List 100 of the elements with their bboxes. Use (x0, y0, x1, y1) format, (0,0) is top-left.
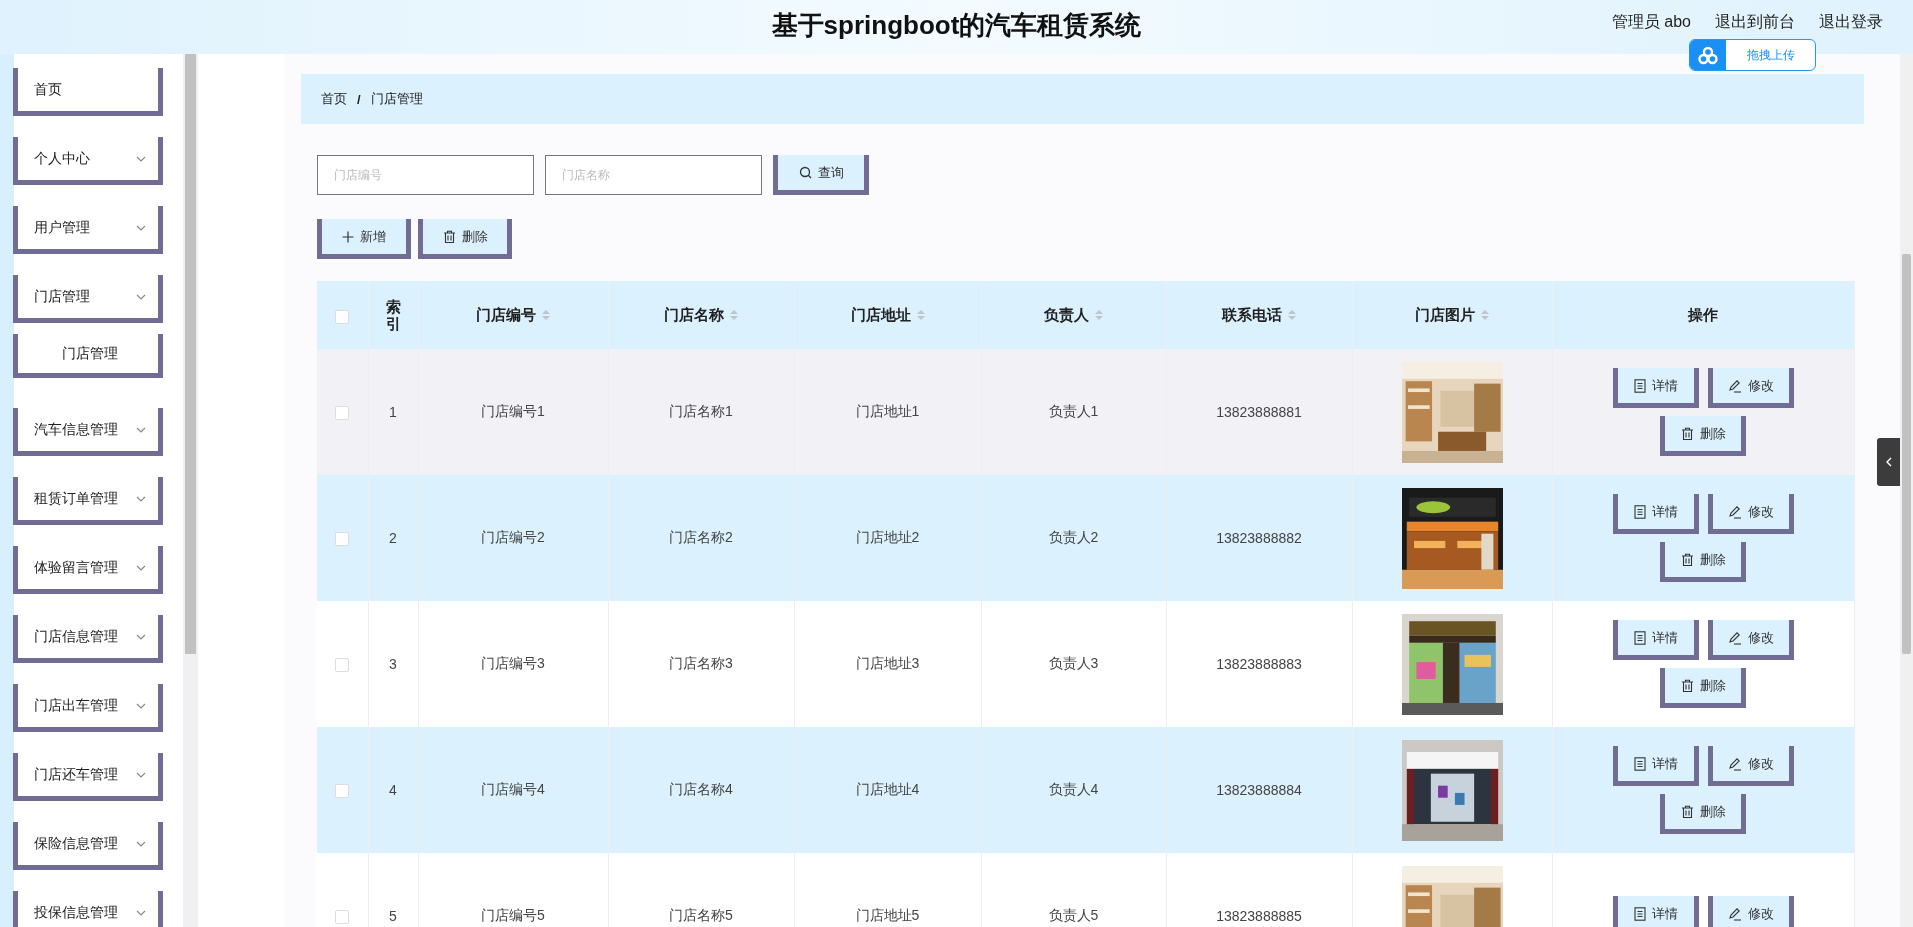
table-cell: 门店地址4 (855, 781, 920, 797)
table-cell: 1 (389, 404, 397, 420)
breadcrumb-item[interactable]: 门店管理 (370, 90, 423, 108)
sidebar-item[interactable]: 体验留言管理 (13, 546, 163, 594)
column-header[interactable]: 负责人 (1044, 305, 1089, 325)
sidebar-item[interactable]: 汽车信息管理 (13, 408, 163, 456)
row-checkbox[interactable] (335, 910, 350, 925)
breadcrumb-item[interactable]: 首页 (321, 90, 347, 108)
chevron-icon (136, 155, 146, 162)
sidebar-item[interactable]: 个人中心 (13, 137, 163, 185)
row-checkbox[interactable] (335, 658, 350, 673)
collapse-tab[interactable] (1877, 438, 1900, 486)
table-cell: 门店编号2 (481, 529, 545, 545)
document-icon (1633, 378, 1646, 393)
header-link[interactable]: 退出登录 (1819, 11, 1883, 33)
table-cell: 门店编号4 (481, 781, 545, 797)
delete-button[interactable]: 删除 (1660, 794, 1746, 834)
column-header[interactable]: 门店图片 (1415, 305, 1475, 325)
chevron-icon (136, 564, 146, 571)
sidebar-item[interactable]: 门店还车管理 (13, 753, 163, 801)
table-cell: 门店地址1 (855, 403, 920, 419)
details-button[interactable]: 详情 (1612, 494, 1699, 534)
delete-button[interactable]: 删除 (1660, 668, 1746, 708)
table-cell: 3 (389, 656, 397, 672)
sidebar-subitem[interactable]: 门店管理 (13, 334, 163, 378)
chevron-icon (136, 495, 146, 502)
header-link[interactable]: 退出到前台 (1715, 11, 1795, 33)
column-header[interactable]: 联系电话 (1222, 305, 1282, 325)
pencil-icon (1727, 630, 1742, 645)
document-icon (1633, 906, 1646, 921)
table-cell: 门店编号3 (481, 655, 545, 671)
chevron-icon (136, 702, 146, 709)
trash-icon (1680, 426, 1694, 441)
row-checkbox[interactable] (335, 784, 350, 799)
table-cell: 4 (389, 782, 397, 798)
sidebar-item[interactable]: 投保信息管理 (13, 891, 163, 927)
edit-button[interactable]: 修改 (1707, 746, 1794, 786)
column-header: 操作 (1688, 305, 1718, 325)
table-cell: 5 (389, 908, 397, 924)
details-button[interactable]: 详情 (1612, 368, 1699, 408)
upload-widget[interactable]: 拖拽上传 (1689, 39, 1816, 71)
sort-icon (1095, 310, 1103, 320)
table-cell: 负责人3 (1048, 655, 1099, 671)
edit-button[interactable]: 修改 (1707, 896, 1794, 927)
page-title: 基于springboot的汽车租赁系统 (771, 9, 1142, 42)
scrollbar-thumb[interactable] (1902, 254, 1911, 654)
edit-button[interactable]: 修改 (1707, 620, 1794, 660)
row-checkbox[interactable] (335, 406, 350, 421)
sort-icon (916, 310, 925, 320)
column-header[interactable]: 门店名称 (664, 305, 724, 325)
add-button[interactable]: 新增 (317, 219, 411, 259)
document-icon (1633, 630, 1646, 645)
document-icon (1633, 504, 1646, 519)
table-cell: 门店编号1 (481, 403, 545, 419)
pencil-icon (1727, 906, 1742, 921)
table-cell: 13823888882 (1216, 530, 1302, 546)
table-cell: 门店编号5 (481, 907, 545, 923)
details-button[interactable]: 详情 (1612, 896, 1699, 927)
trash-icon (442, 229, 456, 244)
column-header[interactable]: 门店地址 (850, 305, 911, 325)
details-button[interactable]: 详情 (1612, 620, 1699, 660)
pencil-icon (1727, 378, 1742, 393)
sidebar-item[interactable]: 保险信息管理 (13, 822, 163, 870)
table-cell: 门店地址2 (855, 529, 920, 545)
column-header[interactable]: 门店编号 (476, 305, 536, 325)
chevron-icon (136, 909, 146, 916)
sidebar-item[interactable]: 租赁订单管理 (13, 477, 163, 525)
search-field[interactable]: 门店名称 (545, 155, 762, 195)
edit-button[interactable]: 修改 (1707, 368, 1794, 408)
edit-button[interactable]: 修改 (1707, 494, 1794, 534)
sidebar-item[interactable]: 门店信息管理 (13, 615, 163, 663)
table-cell: 13823888885 (1216, 908, 1302, 924)
trash-icon (1680, 804, 1694, 819)
chevron-icon (136, 840, 146, 847)
sidebar-item[interactable]: 门店管理 (13, 275, 163, 323)
chevron-icon (136, 633, 146, 640)
details-button[interactable]: 详情 (1612, 746, 1699, 786)
plus-icon (342, 230, 354, 243)
sidebar-item[interactable]: 用户管理 (13, 206, 163, 254)
chevron-icon (136, 224, 146, 231)
scrollbar-thumb[interactable] (185, 54, 196, 654)
row-checkbox[interactable] (335, 532, 350, 547)
sort-icon (542, 310, 550, 320)
delete-button[interactable]: 删除 (418, 219, 512, 259)
delete-button[interactable]: 删除 (1660, 542, 1746, 582)
table-cell: 负责人5 (1048, 907, 1099, 923)
trash-icon (1680, 678, 1694, 693)
table-cell: 13823888881 (1216, 404, 1302, 420)
search-field[interactable]: 门店编号 (317, 155, 534, 195)
table-cell: 13823888883 (1216, 656, 1302, 672)
trash-icon (1680, 552, 1694, 567)
sidebar-item[interactable]: 首页 (13, 68, 163, 116)
search-button[interactable]: 查询 (773, 155, 869, 195)
select-all-checkbox[interactable] (335, 309, 350, 324)
sort-icon (1481, 310, 1489, 320)
column-header: 索引 (385, 297, 401, 333)
pencil-icon (1727, 756, 1742, 771)
table-cell: 门店名称5 (669, 907, 733, 923)
delete-button[interactable]: 删除 (1660, 416, 1746, 456)
sidebar-item[interactable]: 门店出车管理 (13, 684, 163, 732)
